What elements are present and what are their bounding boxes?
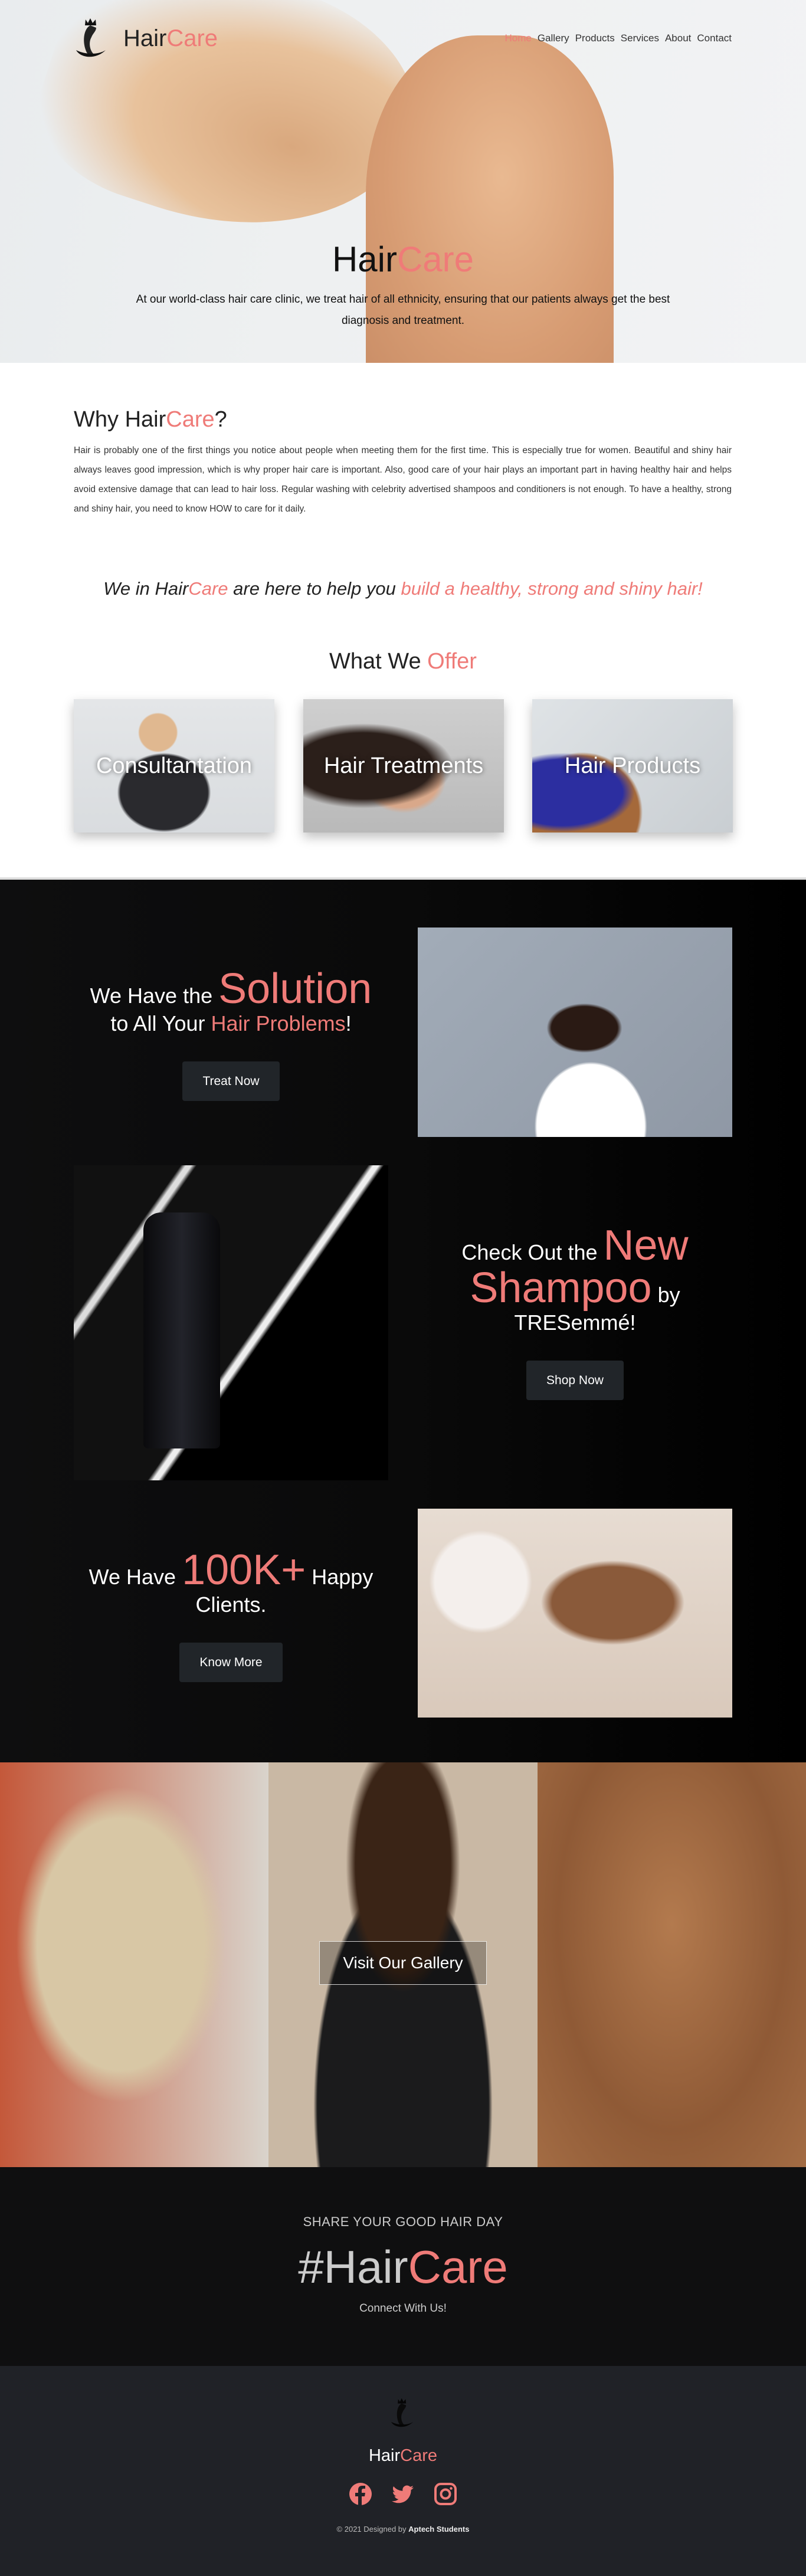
card-label: Consultantation [96, 753, 253, 778]
offer-title: What We Offer [329, 649, 477, 674]
shop-now-button[interactable]: Shop Now [526, 1360, 624, 1401]
card-label: Hair Products [564, 753, 701, 778]
card-label: Hair Treatments [323, 753, 484, 778]
promo-clients: We Have 100K+ Happy Clients. Know More [74, 1546, 388, 1683]
offer-card-treatments[interactable]: Hair Treatments [303, 699, 504, 833]
gallery-image-1 [0, 1762, 269, 2167]
share-section: SHARE YOUR GOOD HAIR DAY #HairCare Conne… [0, 2167, 806, 2366]
promo-solution: We Have the Solution to All Your Hair Pro… [74, 965, 388, 1102]
why-title: Why HairCare? [74, 407, 227, 432]
twitter-icon[interactable] [391, 2482, 415, 2506]
hashtag: #HairCare [298, 2241, 508, 2293]
social-links [0, 2482, 806, 2506]
hero-section: HairCare Home Gallery Products Services … [0, 0, 806, 363]
instagram-icon[interactable] [434, 2482, 457, 2506]
promo-clients-image [418, 1509, 732, 1718]
offer-card-products[interactable]: Hair Products [532, 699, 733, 833]
copyright: © 2021 Designed by Aptech Students [336, 2525, 470, 2534]
promo-shampoo: Check Out the New Shampoo by TRESemmé! Sho… [418, 1222, 732, 1401]
visit-gallery-button[interactable]: Visit Our Gallery [319, 1941, 487, 1985]
offer-card-consultation[interactable]: Consultantation [74, 699, 274, 833]
why-section: Why HairCare? Hair is probably one of th… [74, 407, 732, 519]
nav-about[interactable]: About [665, 32, 691, 44]
hero-title: HairCare [332, 240, 474, 279]
gallery-image-3 [537, 1762, 806, 2167]
footer: HairCare © 2021 Designed by Aptech Stude… [0, 2366, 806, 2576]
hero-subtitle: At our world-class hair care clinic, we … [136, 293, 670, 327]
know-more-button[interactable]: Know More [179, 1642, 283, 1683]
crown-logo-icon [74, 17, 110, 60]
nav-services[interactable]: Services [621, 32, 659, 44]
treat-now-button[interactable]: Treat Now [182, 1061, 280, 1102]
nav-home[interactable]: Home [504, 32, 531, 44]
facebook-icon[interactable] [349, 2482, 372, 2506]
tagline: We in HairCare are here to help you buil… [103, 578, 703, 599]
nav-products[interactable]: Products [575, 32, 615, 44]
nav-contact[interactable]: Contact [697, 32, 732, 44]
logo[interactable]: HairCare [74, 17, 218, 60]
nav-links: Home Gallery Products Services About Con… [504, 32, 732, 44]
share-kicker: SHARE YOUR GOOD HAIR DAY [303, 2214, 503, 2229]
promo-solution-image [418, 928, 732, 1137]
promo-shampoo-heading: Check Out the New Shampoo by TRESemmé! [461, 1222, 689, 1335]
logo-text: HairCare [123, 25, 218, 51]
shampoo-bottle [143, 1212, 220, 1448]
footer-brand: HairCare [368, 2446, 438, 2465]
promo-solution-heading: We Have the Solution to All Your Hair Pro… [90, 965, 372, 1035]
navbar: HairCare Home Gallery Products Services … [74, 18, 732, 57]
promo-shampoo-image [74, 1165, 388, 1480]
nav-gallery[interactable]: Gallery [538, 32, 569, 44]
why-paragraph: Hair is probably one of the first things… [74, 445, 732, 514]
connect-text: Connect With Us! [359, 2302, 447, 2315]
promo-clients-heading: We Have 100K+ Happy Clients. [89, 1546, 373, 1617]
footer-crown-logo-icon [389, 2391, 417, 2436]
